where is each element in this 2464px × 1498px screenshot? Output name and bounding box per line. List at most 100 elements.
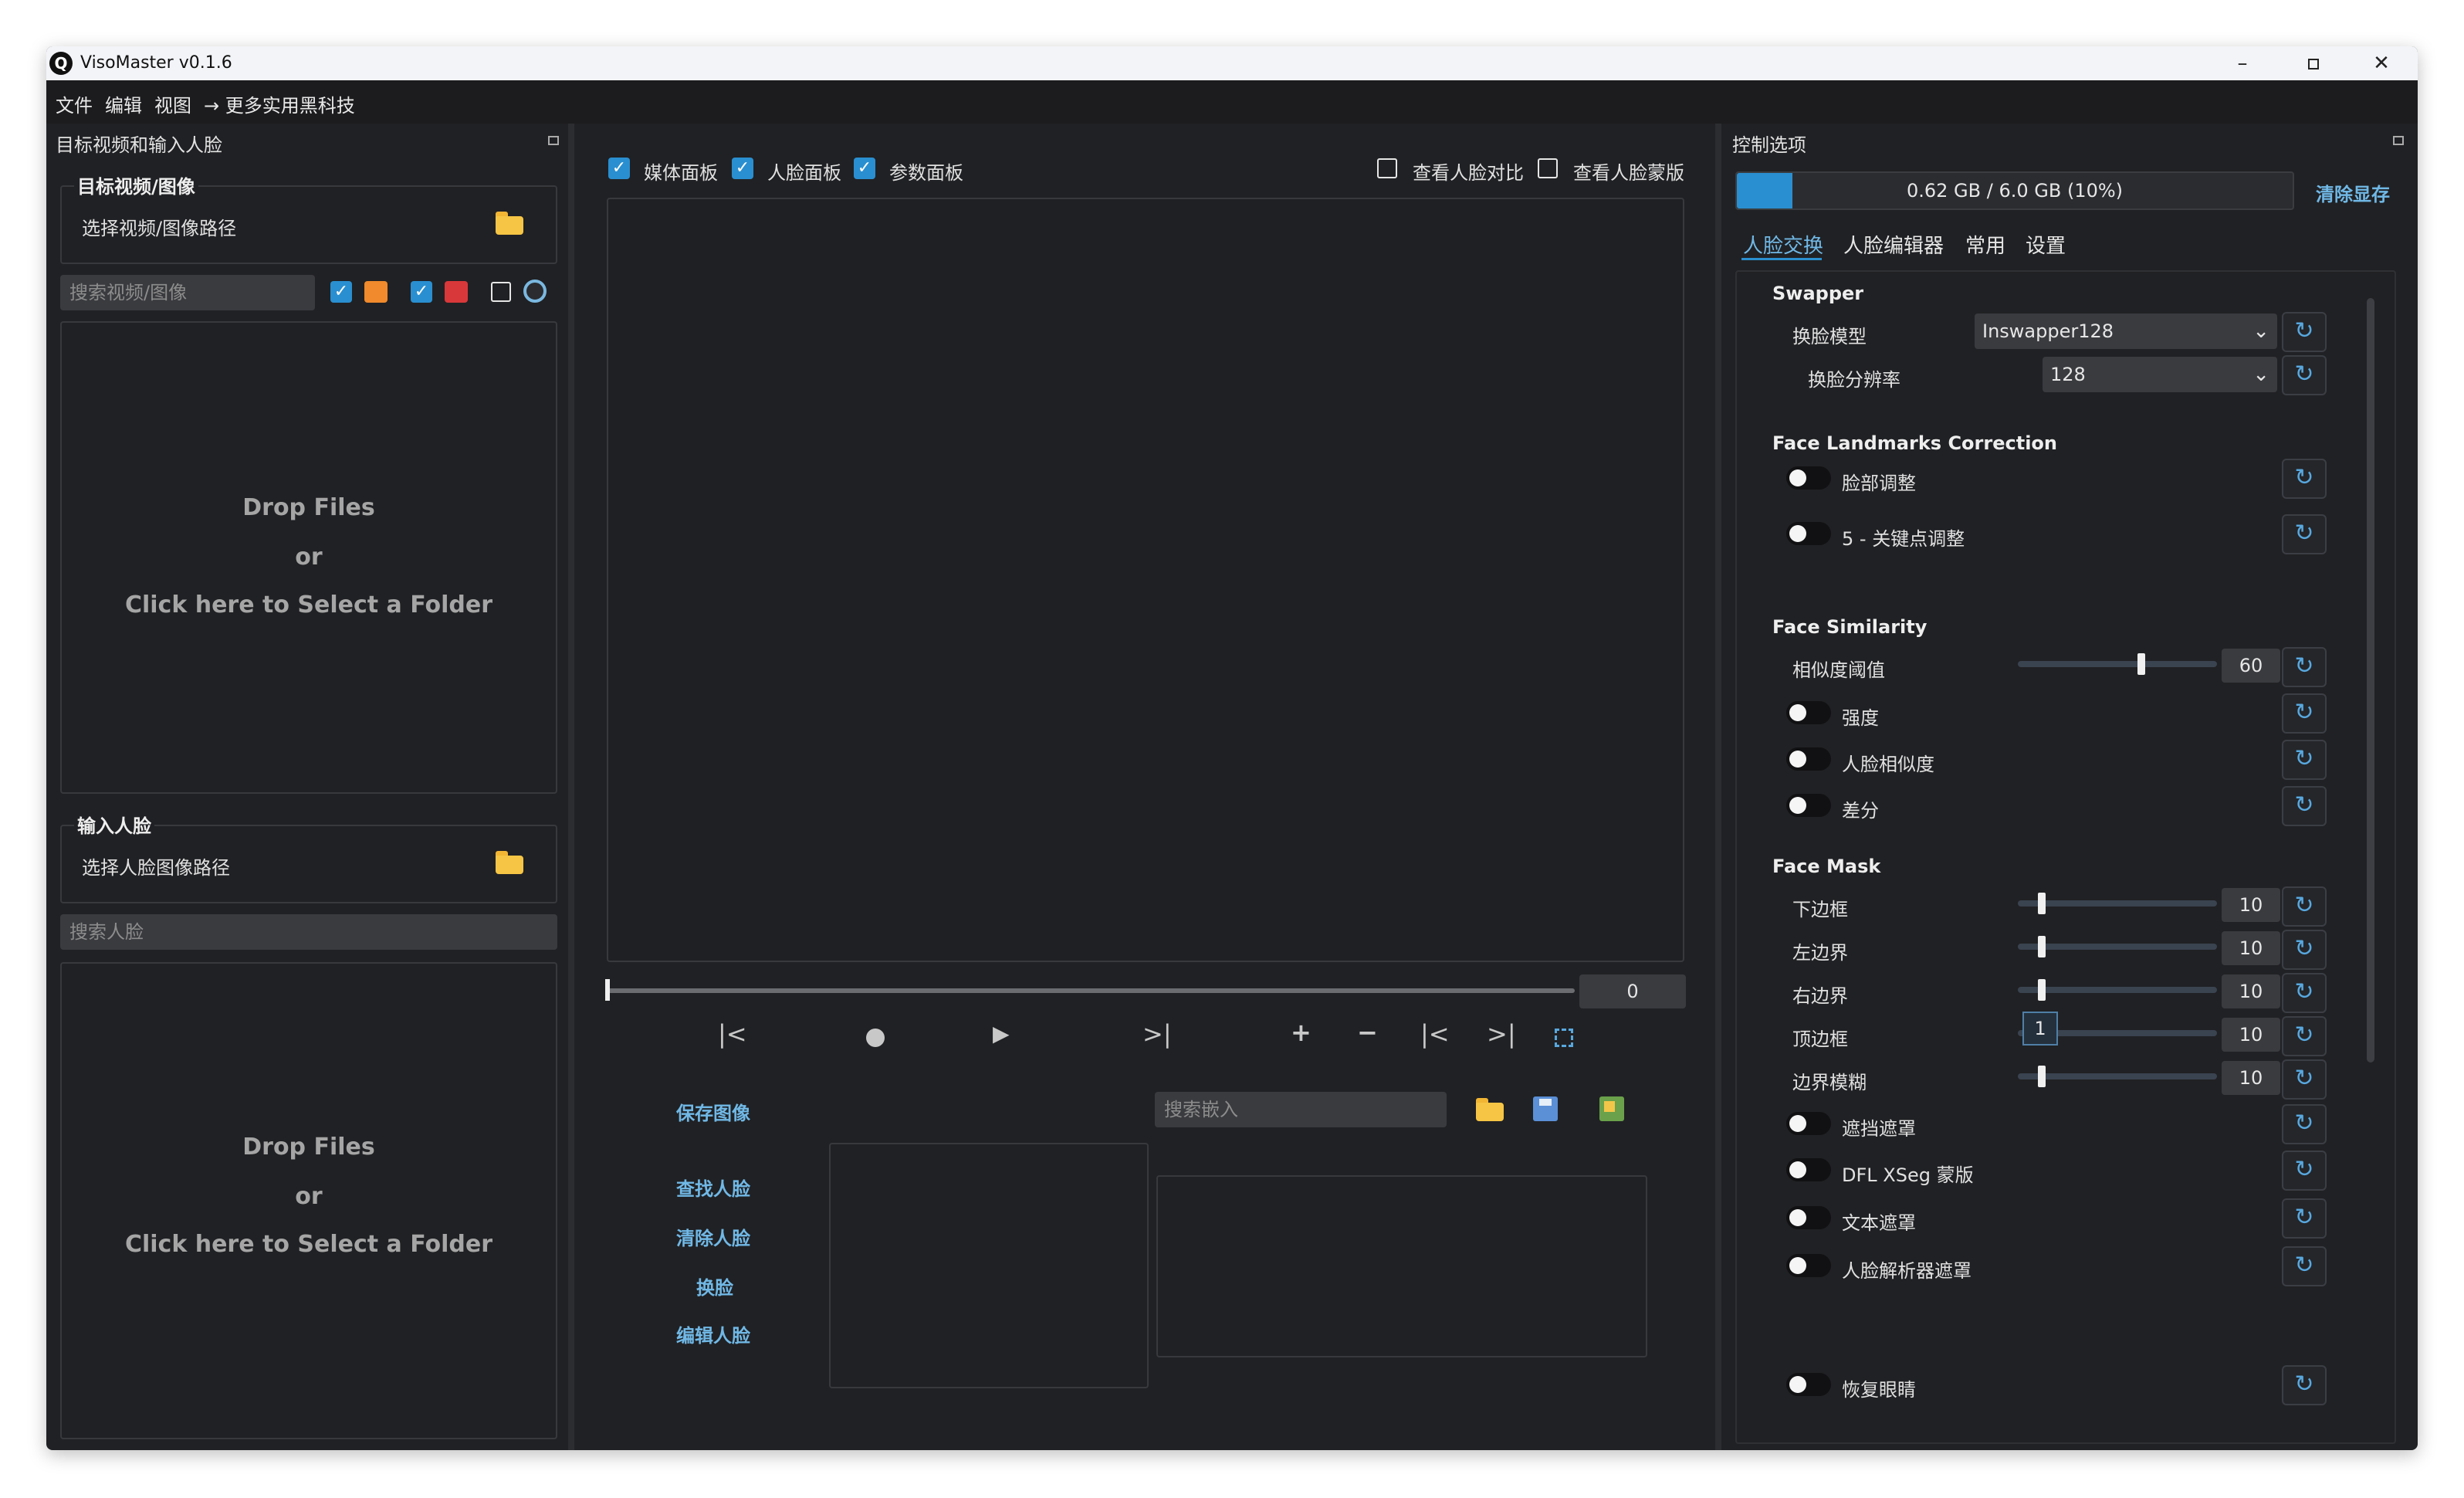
difference-toggle[interactable] (1786, 794, 1831, 817)
tab-face-swap[interactable]: 人脸交换 (1743, 230, 1823, 259)
clear-faces-button[interactable]: 清除人脸 (676, 1223, 750, 1250)
mask-bottom-slider[interactable] (2018, 893, 2217, 914)
select-target-path-label[interactable]: 选择视频/图像路径 (82, 213, 236, 240)
reset-icon[interactable]: ↻ (2282, 693, 2327, 734)
reset-icon[interactable]: ↻ (2282, 312, 2327, 352)
similarity-threshold-value[interactable]: 60 (2222, 649, 2280, 683)
strength-toggle[interactable] (1786, 701, 1831, 724)
dock-float-icon[interactable] (2393, 136, 2404, 145)
similarity-threshold-slider[interactable] (2018, 653, 2217, 675)
embeddings-list[interactable] (1156, 1175, 1647, 1357)
face-parser-mask-toggle[interactable] (1786, 1254, 1831, 1277)
frame-number-input[interactable]: 0 (1579, 974, 1686, 1008)
video-viewer[interactable] (607, 198, 1684, 962)
reset-icon[interactable]: ↻ (2282, 886, 2327, 927)
play-icon[interactable]: ▶ (993, 1021, 1010, 1046)
keypoint-adjust-toggle[interactable] (1786, 522, 1831, 545)
reset-icon[interactable]: ↻ (2282, 355, 2327, 395)
embedding-search-input[interactable]: 搜索嵌入 (1155, 1092, 1447, 1127)
swap-faces-button[interactable]: 换脸 (696, 1273, 733, 1300)
reset-icon[interactable]: ↻ (2282, 1104, 2327, 1144)
mask-blur-slider[interactable] (2018, 1066, 2217, 1087)
reset-icon[interactable]: ↻ (2282, 1246, 2327, 1286)
find-faces-button[interactable]: 查找人脸 (676, 1174, 750, 1201)
right-splitter[interactable] (1715, 124, 1721, 1450)
options-scrollbar[interactable] (2367, 298, 2374, 1062)
folder-icon[interactable] (496, 851, 523, 874)
slider-handle[interactable] (2038, 979, 2046, 1001)
restore-eyes-toggle[interactable] (1786, 1373, 1831, 1396)
target-drop-zone[interactable]: Drop Files or Click here to Select a Fol… (60, 321, 557, 794)
remove-marker-icon[interactable]: − (1357, 1018, 1378, 1047)
folder-icon[interactable] (496, 212, 523, 235)
face-search-input[interactable]: 搜索人脸 (60, 914, 557, 950)
reset-icon[interactable]: ↻ (2282, 1151, 2327, 1191)
tab-face-editor[interactable]: 人脸编辑器 (1843, 230, 1944, 259)
fullscreen-icon[interactable] (1555, 1029, 1573, 1047)
minimize-button[interactable]: – (2208, 46, 2277, 80)
face-panel-checkbox[interactable]: ✓ (732, 158, 753, 179)
reset-icon[interactable]: ↻ (2282, 1365, 2327, 1405)
occlusion-mask-toggle[interactable] (1786, 1112, 1831, 1135)
reset-icon[interactable]: ↻ (2282, 1198, 2327, 1239)
timeline-slider[interactable] (607, 988, 1575, 993)
restore-button[interactable] (2277, 46, 2347, 80)
target-search-input[interactable]: 搜索视频/图像 (60, 275, 315, 310)
swap-model-select[interactable]: Inswapper128 ⌄ (1975, 313, 2277, 349)
tab-settings[interactable]: 设置 (2026, 230, 2066, 259)
mask-left-slider[interactable] (2018, 936, 2217, 957)
save-embedding-icon[interactable] (1533, 1096, 1558, 1121)
reset-icon[interactable]: ↻ (2282, 930, 2327, 970)
reset-icon[interactable]: ↻ (2282, 740, 2327, 780)
save-as-embedding-icon[interactable] (1599, 1096, 1624, 1121)
params-panel-checkbox[interactable]: ✓ (854, 158, 875, 179)
dfl-xseg-toggle[interactable] (1786, 1158, 1831, 1181)
videos-filter-checkbox[interactable]: ✓ (411, 281, 432, 303)
slider-handle[interactable] (2038, 893, 2046, 914)
slider-handle[interactable] (2038, 1066, 2046, 1087)
target-faces-list[interactable] (829, 1143, 1149, 1388)
menu-file[interactable]: 文件 (56, 90, 93, 117)
slider-handle[interactable] (2137, 653, 2145, 675)
face-adjust-toggle[interactable] (1786, 466, 1831, 490)
media-panel-checkbox[interactable]: ✓ (608, 158, 630, 179)
clear-vram-button[interactable]: 清除显存 (2316, 179, 2390, 206)
next-segment-icon[interactable]: >| (1142, 1019, 1172, 1049)
slider-handle[interactable] (2038, 936, 2046, 957)
mask-right-value[interactable]: 10 (2222, 974, 2280, 1008)
edit-faces-button[interactable]: 编辑人脸 (676, 1320, 750, 1347)
select-face-path-label[interactable]: 选择人脸图像路径 (82, 852, 230, 879)
mask-blur-value[interactable]: 10 (2222, 1061, 2280, 1095)
open-embedding-folder-icon[interactable] (1476, 1098, 1504, 1121)
reset-icon[interactable]: ↻ (2282, 459, 2327, 499)
next-marker-icon[interactable]: >| (1487, 1019, 1516, 1049)
webcam-filter-checkbox[interactable] (491, 282, 511, 302)
reset-icon[interactable]: ↻ (2282, 973, 2327, 1013)
reset-icon[interactable]: ↻ (2282, 514, 2327, 554)
mask-right-slider[interactable] (2018, 979, 2217, 1001)
reset-icon[interactable]: ↻ (2282, 1016, 2327, 1056)
mask-left-value[interactable]: 10 (2222, 931, 2280, 965)
reset-icon[interactable]: ↻ (2282, 647, 2327, 687)
menu-more-tools[interactable]: → 更多实用黑科技 (204, 90, 355, 117)
face-likeness-toggle[interactable] (1786, 747, 1831, 771)
face-drop-zone[interactable]: Drop Files or Click here to Select a Fol… (60, 962, 557, 1439)
text-mask-toggle[interactable] (1786, 1206, 1831, 1229)
record-icon[interactable] (866, 1029, 885, 1047)
save-image-button[interactable]: 保存图像 (676, 1098, 750, 1125)
reset-icon[interactable]: ↻ (2282, 1059, 2327, 1100)
timeline-handle[interactable] (605, 979, 610, 1001)
swap-resolution-select[interactable]: 128 ⌄ (2043, 357, 2277, 392)
tab-common[interactable]: 常用 (1965, 230, 2005, 259)
add-marker-icon[interactable]: + (1291, 1018, 1312, 1047)
menu-edit[interactable]: 编辑 (105, 90, 142, 117)
dock-float-icon[interactable] (548, 136, 559, 145)
mask-bottom-value[interactable]: 10 (2222, 888, 2280, 922)
menu-view[interactable]: 视图 (154, 90, 191, 117)
mask-view-checkbox[interactable] (1538, 158, 1558, 178)
prev-marker-icon[interactable]: |< (1420, 1019, 1450, 1049)
reset-icon[interactable]: ↻ (2282, 786, 2327, 826)
compare-checkbox[interactable] (1377, 158, 1397, 178)
mask-top-value[interactable]: 10 (2222, 1018, 2280, 1052)
close-button[interactable]: ✕ (2347, 46, 2416, 80)
